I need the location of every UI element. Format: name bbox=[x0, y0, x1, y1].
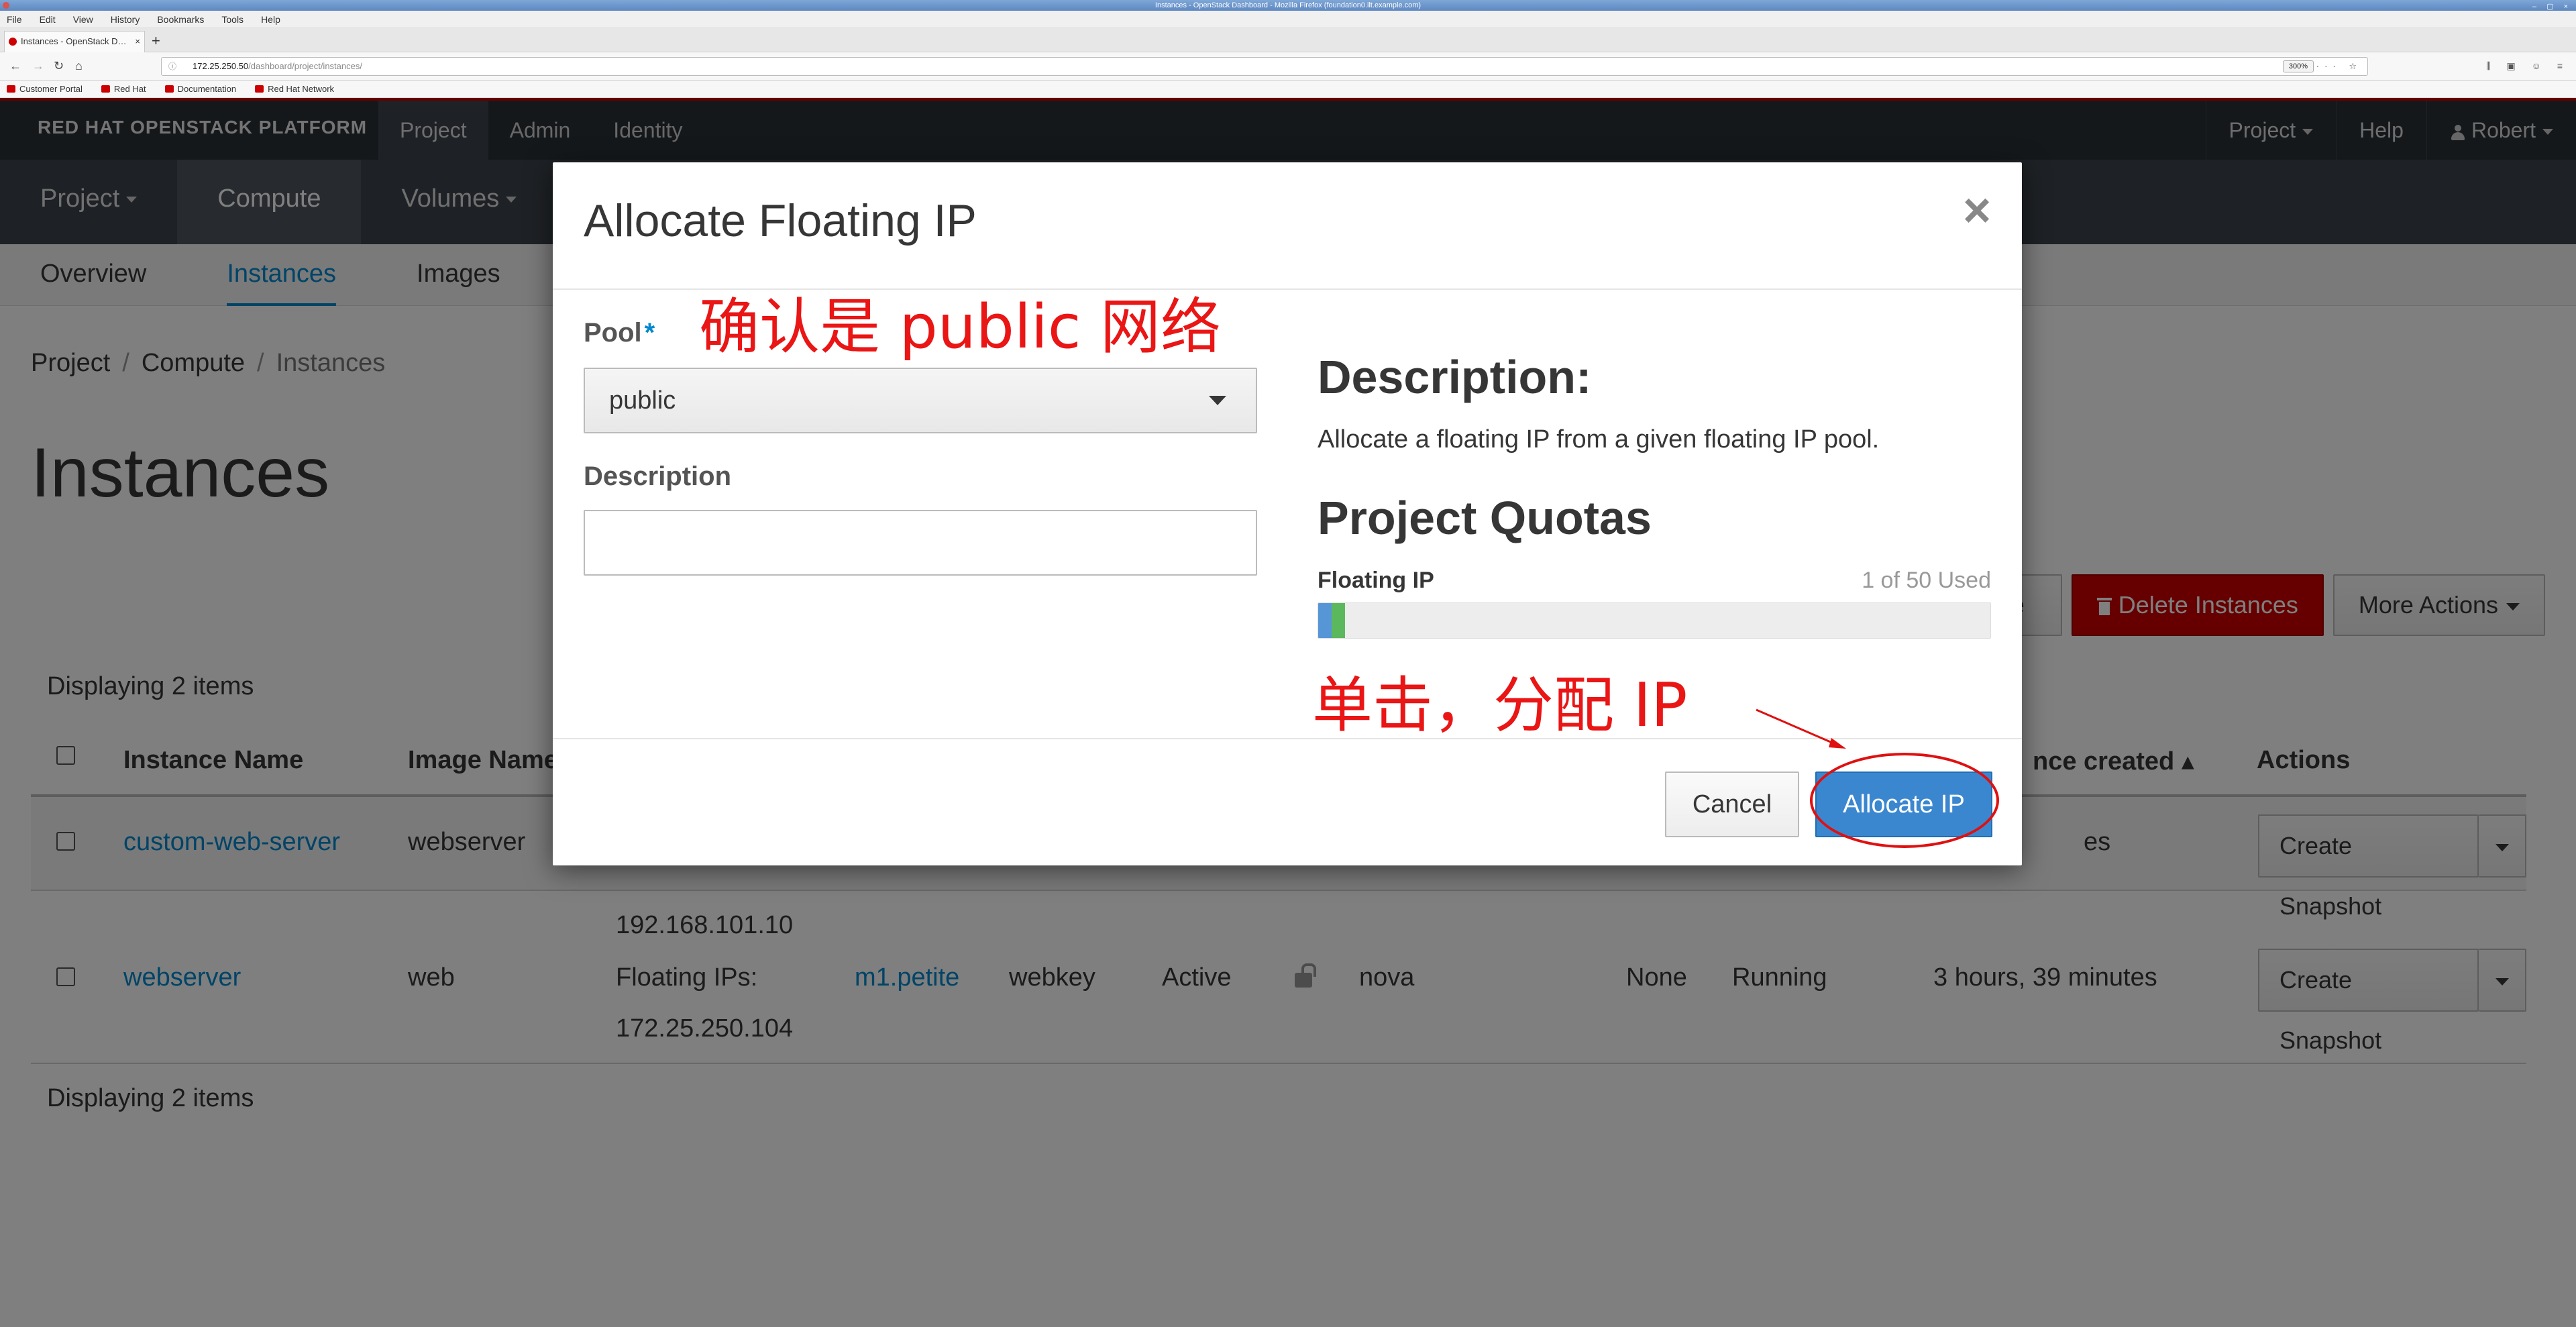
annotation-arrow-icon bbox=[1756, 708, 1846, 749]
